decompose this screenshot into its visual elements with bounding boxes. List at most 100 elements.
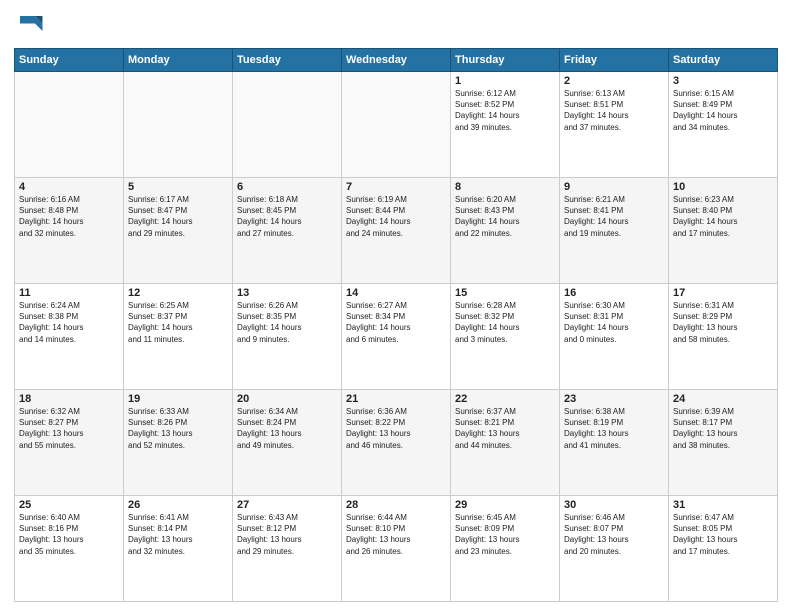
day-info: Sunrise: 6:36 AM Sunset: 8:22 PM Dayligh… <box>346 406 446 451</box>
day-number: 30 <box>564 499 664 511</box>
day-number: 8 <box>455 181 555 193</box>
day-info: Sunrise: 6:24 AM Sunset: 8:38 PM Dayligh… <box>19 300 119 345</box>
day-cell: 10Sunrise: 6:23 AM Sunset: 8:40 PM Dayli… <box>669 178 778 284</box>
day-cell: 19Sunrise: 6:33 AM Sunset: 8:26 PM Dayli… <box>124 390 233 496</box>
day-info: Sunrise: 6:28 AM Sunset: 8:32 PM Dayligh… <box>455 300 555 345</box>
day-info: Sunrise: 6:13 AM Sunset: 8:51 PM Dayligh… <box>564 88 664 133</box>
day-cell: 7Sunrise: 6:19 AM Sunset: 8:44 PM Daylig… <box>342 178 451 284</box>
day-cell: 24Sunrise: 6:39 AM Sunset: 8:17 PM Dayli… <box>669 390 778 496</box>
day-number: 26 <box>128 499 228 511</box>
week-row-1: 1Sunrise: 6:12 AM Sunset: 8:52 PM Daylig… <box>15 72 778 178</box>
day-cell: 4Sunrise: 6:16 AM Sunset: 8:48 PM Daylig… <box>15 178 124 284</box>
day-number: 20 <box>237 393 337 405</box>
day-info: Sunrise: 6:38 AM Sunset: 8:19 PM Dayligh… <box>564 406 664 451</box>
day-cell: 23Sunrise: 6:38 AM Sunset: 8:19 PM Dayli… <box>560 390 669 496</box>
day-cell: 25Sunrise: 6:40 AM Sunset: 8:16 PM Dayli… <box>15 496 124 602</box>
day-number: 10 <box>673 181 773 193</box>
day-number: 22 <box>455 393 555 405</box>
day-number: 3 <box>673 75 773 87</box>
day-number: 19 <box>128 393 228 405</box>
day-cell: 26Sunrise: 6:41 AM Sunset: 8:14 PM Dayli… <box>124 496 233 602</box>
day-cell <box>15 72 124 178</box>
logo <box>14 10 48 40</box>
day-cell: 9Sunrise: 6:21 AM Sunset: 8:41 PM Daylig… <box>560 178 669 284</box>
col-header-monday: Monday <box>124 49 233 72</box>
day-info: Sunrise: 6:31 AM Sunset: 8:29 PM Dayligh… <box>673 300 773 345</box>
day-info: Sunrise: 6:23 AM Sunset: 8:40 PM Dayligh… <box>673 194 773 239</box>
day-info: Sunrise: 6:30 AM Sunset: 8:31 PM Dayligh… <box>564 300 664 345</box>
day-number: 2 <box>564 75 664 87</box>
day-info: Sunrise: 6:43 AM Sunset: 8:12 PM Dayligh… <box>237 512 337 557</box>
day-number: 12 <box>128 287 228 299</box>
day-number: 31 <box>673 499 773 511</box>
day-cell: 16Sunrise: 6:30 AM Sunset: 8:31 PM Dayli… <box>560 284 669 390</box>
day-cell: 14Sunrise: 6:27 AM Sunset: 8:34 PM Dayli… <box>342 284 451 390</box>
day-cell <box>233 72 342 178</box>
header <box>14 10 778 40</box>
day-info: Sunrise: 6:40 AM Sunset: 8:16 PM Dayligh… <box>19 512 119 557</box>
col-header-thursday: Thursday <box>451 49 560 72</box>
day-info: Sunrise: 6:34 AM Sunset: 8:24 PM Dayligh… <box>237 406 337 451</box>
day-cell: 2Sunrise: 6:13 AM Sunset: 8:51 PM Daylig… <box>560 72 669 178</box>
day-info: Sunrise: 6:46 AM Sunset: 8:07 PM Dayligh… <box>564 512 664 557</box>
day-number: 21 <box>346 393 446 405</box>
day-cell: 30Sunrise: 6:46 AM Sunset: 8:07 PM Dayli… <box>560 496 669 602</box>
day-info: Sunrise: 6:20 AM Sunset: 8:43 PM Dayligh… <box>455 194 555 239</box>
day-info: Sunrise: 6:12 AM Sunset: 8:52 PM Dayligh… <box>455 88 555 133</box>
day-number: 7 <box>346 181 446 193</box>
day-info: Sunrise: 6:27 AM Sunset: 8:34 PM Dayligh… <box>346 300 446 345</box>
week-row-2: 4Sunrise: 6:16 AM Sunset: 8:48 PM Daylig… <box>15 178 778 284</box>
calendar-table: SundayMondayTuesdayWednesdayThursdayFrid… <box>14 48 778 602</box>
day-number: 5 <box>128 181 228 193</box>
day-cell: 31Sunrise: 6:47 AM Sunset: 8:05 PM Dayli… <box>669 496 778 602</box>
day-cell: 17Sunrise: 6:31 AM Sunset: 8:29 PM Dayli… <box>669 284 778 390</box>
day-cell: 1Sunrise: 6:12 AM Sunset: 8:52 PM Daylig… <box>451 72 560 178</box>
page: SundayMondayTuesdayWednesdayThursdayFrid… <box>0 0 792 612</box>
day-info: Sunrise: 6:15 AM Sunset: 8:49 PM Dayligh… <box>673 88 773 133</box>
day-number: 18 <box>19 393 119 405</box>
day-cell: 20Sunrise: 6:34 AM Sunset: 8:24 PM Dayli… <box>233 390 342 496</box>
day-number: 17 <box>673 287 773 299</box>
day-info: Sunrise: 6:32 AM Sunset: 8:27 PM Dayligh… <box>19 406 119 451</box>
col-header-friday: Friday <box>560 49 669 72</box>
day-info: Sunrise: 6:47 AM Sunset: 8:05 PM Dayligh… <box>673 512 773 557</box>
col-header-tuesday: Tuesday <box>233 49 342 72</box>
day-cell: 13Sunrise: 6:26 AM Sunset: 8:35 PM Dayli… <box>233 284 342 390</box>
day-number: 24 <box>673 393 773 405</box>
day-cell: 28Sunrise: 6:44 AM Sunset: 8:10 PM Dayli… <box>342 496 451 602</box>
day-number: 25 <box>19 499 119 511</box>
day-cell: 6Sunrise: 6:18 AM Sunset: 8:45 PM Daylig… <box>233 178 342 284</box>
col-header-saturday: Saturday <box>669 49 778 72</box>
day-info: Sunrise: 6:44 AM Sunset: 8:10 PM Dayligh… <box>346 512 446 557</box>
day-number: 27 <box>237 499 337 511</box>
week-row-3: 11Sunrise: 6:24 AM Sunset: 8:38 PM Dayli… <box>15 284 778 390</box>
day-cell: 18Sunrise: 6:32 AM Sunset: 8:27 PM Dayli… <box>15 390 124 496</box>
day-info: Sunrise: 6:16 AM Sunset: 8:48 PM Dayligh… <box>19 194 119 239</box>
day-info: Sunrise: 6:25 AM Sunset: 8:37 PM Dayligh… <box>128 300 228 345</box>
day-cell: 15Sunrise: 6:28 AM Sunset: 8:32 PM Dayli… <box>451 284 560 390</box>
day-info: Sunrise: 6:17 AM Sunset: 8:47 PM Dayligh… <box>128 194 228 239</box>
day-info: Sunrise: 6:19 AM Sunset: 8:44 PM Dayligh… <box>346 194 446 239</box>
calendar-header-row: SundayMondayTuesdayWednesdayThursdayFrid… <box>15 49 778 72</box>
week-row-5: 25Sunrise: 6:40 AM Sunset: 8:16 PM Dayli… <box>15 496 778 602</box>
day-cell: 5Sunrise: 6:17 AM Sunset: 8:47 PM Daylig… <box>124 178 233 284</box>
day-info: Sunrise: 6:26 AM Sunset: 8:35 PM Dayligh… <box>237 300 337 345</box>
col-header-wednesday: Wednesday <box>342 49 451 72</box>
day-number: 13 <box>237 287 337 299</box>
day-cell: 21Sunrise: 6:36 AM Sunset: 8:22 PM Dayli… <box>342 390 451 496</box>
day-info: Sunrise: 6:37 AM Sunset: 8:21 PM Dayligh… <box>455 406 555 451</box>
day-cell: 11Sunrise: 6:24 AM Sunset: 8:38 PM Dayli… <box>15 284 124 390</box>
day-cell <box>124 72 233 178</box>
day-cell: 8Sunrise: 6:20 AM Sunset: 8:43 PM Daylig… <box>451 178 560 284</box>
day-info: Sunrise: 6:41 AM Sunset: 8:14 PM Dayligh… <box>128 512 228 557</box>
day-number: 29 <box>455 499 555 511</box>
day-cell <box>342 72 451 178</box>
day-info: Sunrise: 6:45 AM Sunset: 8:09 PM Dayligh… <box>455 512 555 557</box>
day-cell: 3Sunrise: 6:15 AM Sunset: 8:49 PM Daylig… <box>669 72 778 178</box>
day-cell: 12Sunrise: 6:25 AM Sunset: 8:37 PM Dayli… <box>124 284 233 390</box>
day-info: Sunrise: 6:18 AM Sunset: 8:45 PM Dayligh… <box>237 194 337 239</box>
day-cell: 29Sunrise: 6:45 AM Sunset: 8:09 PM Dayli… <box>451 496 560 602</box>
day-info: Sunrise: 6:21 AM Sunset: 8:41 PM Dayligh… <box>564 194 664 239</box>
day-number: 6 <box>237 181 337 193</box>
day-cell: 22Sunrise: 6:37 AM Sunset: 8:21 PM Dayli… <box>451 390 560 496</box>
